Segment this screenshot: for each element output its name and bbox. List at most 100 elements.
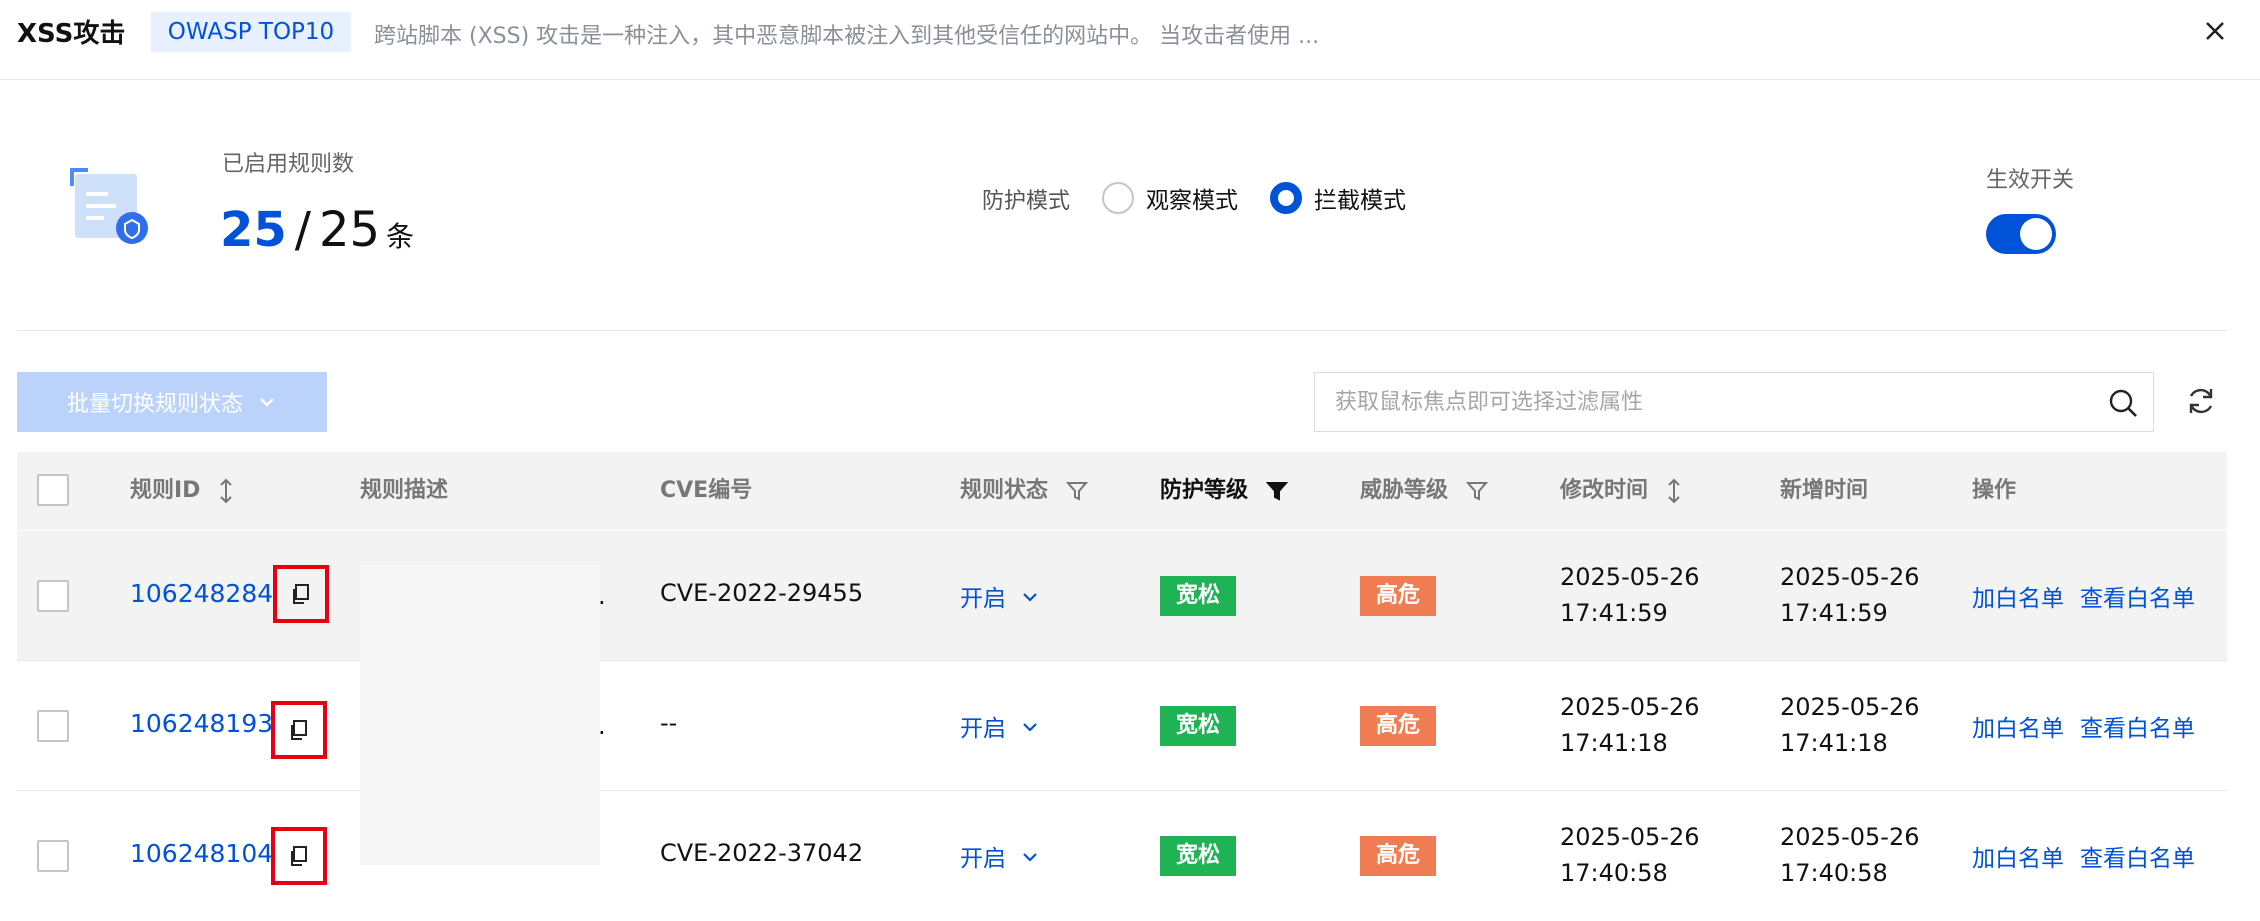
column-threat-level-label: 威胁等级 (1360, 478, 1449, 503)
column-rule-status-label: 规则状态 (960, 478, 1049, 503)
added-time: 2025-05-26 17:41:18 (1780, 689, 1919, 761)
sort-icon[interactable] (1666, 478, 1682, 504)
added-clock: 17:40:58 (1780, 859, 1888, 887)
protection-mode-label: 防护模式 (982, 189, 1071, 214)
copy-id-button[interactable] (273, 565, 329, 623)
table-row: 106248193 -- 开启 宽松 高危 2025-05-26 17:41:1… (17, 661, 2227, 791)
select-all-checkbox[interactable] (37, 474, 69, 506)
row-checkbox[interactable] (37, 580, 69, 612)
rule-id-link[interactable]: 106248193 (130, 709, 273, 738)
column-rule-status[interactable]: 规则状态 (960, 452, 1088, 530)
added-clock: 17:41:18 (1780, 729, 1888, 757)
enabled-count: 25 (220, 202, 287, 258)
rule-status-dropdown[interactable]: 开启 (960, 709, 1039, 743)
filter-icon[interactable] (1465, 480, 1488, 502)
rule-id-link[interactable]: 106248284 (130, 579, 273, 608)
rule-status-dropdown[interactable]: 开启 (960, 579, 1039, 613)
added-time: 2025-05-26 17:41:59 (1780, 559, 1919, 631)
added-time: 2025-05-26 17:40:58 (1780, 819, 1919, 891)
cve-number: -- (660, 709, 678, 737)
description-ellipsis: . (598, 582, 606, 610)
modified-time: 2025-05-26 17:41:18 (1560, 689, 1699, 761)
protection-level-badge: 宽松 (1160, 576, 1237, 616)
modified-date: 2025-05-26 (1560, 563, 1700, 591)
observe-mode-label: 观察模式 (1146, 188, 1238, 214)
page-title: XSS攻击 (17, 19, 126, 49)
copy-icon (291, 720, 307, 740)
description-ellipsis: . (598, 712, 606, 740)
rule-status-value: 开启 (960, 586, 1006, 612)
chevron-down-icon (1023, 723, 1038, 732)
search-input[interactable] (1335, 373, 2095, 431)
view-whitelist-link[interactable]: 查看白名单 (2080, 839, 2195, 873)
rule-description-text: 跨站脚本 (XSS) 攻击是一种注入，其中恶意脚本被注入到其他受信任的网站中。 … (374, 24, 1320, 49)
switch-knob (2020, 218, 2052, 250)
rule-status-value: 开启 (960, 716, 1006, 742)
drawer-header: XSS攻击 OWASP TOP10 跨站脚本 (XSS) 攻击是一种注入，其中恶… (0, 0, 2260, 80)
protection-level-badge: 宽松 (1160, 706, 1237, 746)
close-icon[interactable] (2198, 14, 2232, 48)
added-date: 2025-05-26 (1780, 823, 1920, 851)
copy-id-button[interactable] (271, 827, 327, 885)
cve-number: CVE-2022-29455 (660, 579, 864, 607)
batch-switch-status-button[interactable]: 批量切换规则状态 (17, 372, 327, 432)
block-mode-radio[interactable]: 拦截模式 (1270, 180, 1406, 216)
add-whitelist-link[interactable]: 加白名单 (1972, 839, 2064, 873)
modified-clock: 17:41:59 (1560, 599, 1668, 627)
column-modified-time-label: 修改时间 (1560, 478, 1649, 503)
column-actions: 操作 (1972, 478, 2017, 503)
count-unit: 条 (386, 220, 415, 253)
chevron-down-icon (260, 398, 274, 407)
table-row: 106248284 CVE-2022-29455 开启 宽松 高危 2025-0… (17, 531, 2227, 661)
chevron-down-icon (1023, 593, 1038, 602)
column-cve: CVE编号 (660, 478, 753, 503)
refresh-icon[interactable] (2184, 384, 2218, 418)
modified-clock: 17:40:58 (1560, 859, 1668, 887)
copy-id-button[interactable] (271, 701, 327, 759)
filter-icon[interactable] (1265, 480, 1288, 502)
protection-level-badge: 宽松 (1160, 836, 1237, 876)
rule-id-link[interactable]: 106248104 (130, 839, 273, 868)
batch-switch-label: 批量切换规则状态 (66, 391, 243, 416)
observe-mode-radio[interactable]: 观察模式 (1102, 180, 1238, 216)
effective-switch[interactable] (1986, 214, 2056, 254)
column-threat-level[interactable]: 威胁等级 (1360, 452, 1488, 530)
enabled-rules-label: 已启用规则数 (222, 152, 355, 177)
chevron-down-icon (1023, 853, 1038, 862)
block-mode-label: 拦截模式 (1314, 188, 1406, 214)
filter-icon[interactable] (1065, 480, 1088, 502)
column-rule-id-label: 规则ID (130, 478, 201, 503)
add-whitelist-link[interactable]: 加白名单 (1972, 579, 2064, 613)
radio-dot-checked (1270, 182, 1302, 214)
add-whitelist-link[interactable]: 加白名单 (1972, 709, 2064, 743)
modified-date: 2025-05-26 (1560, 693, 1700, 721)
owasp-tag: OWASP TOP10 (151, 12, 351, 52)
copy-icon (291, 846, 307, 866)
rule-status-dropdown[interactable]: 开启 (960, 839, 1039, 873)
sort-icon[interactable] (218, 478, 234, 504)
cve-number: CVE-2022-37042 (660, 839, 864, 867)
row-checkbox[interactable] (37, 840, 69, 872)
table-header: 规则ID 规则描述 CVE编号 规则状态 防护等级 威胁等级 修改时间 新增时间… (17, 452, 2227, 530)
effective-switch-label: 生效开关 (1986, 168, 2075, 193)
table-row: 106248104 CVE-2022-37042 开启 宽松 高危 2025-0… (17, 791, 2227, 921)
section-divider (17, 330, 2227, 331)
row-checkbox[interactable] (37, 710, 69, 742)
modified-date: 2025-05-26 (1560, 823, 1700, 851)
view-whitelist-link[interactable]: 查看白名单 (2080, 709, 2195, 743)
added-clock: 17:41:59 (1780, 599, 1888, 627)
filter-search-box[interactable] (1314, 372, 2154, 432)
column-added-time: 新增时间 (1780, 478, 1869, 503)
column-protection-level-label: 防护等级 (1160, 478, 1249, 503)
column-modified-time[interactable]: 修改时间 (1560, 452, 1682, 530)
modified-time: 2025-05-26 17:40:58 (1560, 819, 1699, 891)
column-rule-id[interactable]: 规则ID (130, 452, 234, 530)
column-protection-level[interactable]: 防护等级 (1160, 452, 1288, 530)
view-whitelist-link[interactable]: 查看白名单 (2080, 579, 2195, 613)
search-icon[interactable] (2107, 387, 2139, 419)
threat-level-badge: 高危 (1360, 576, 1437, 616)
added-date: 2025-05-26 (1780, 693, 1920, 721)
column-rule-description: 规则描述 (360, 478, 449, 503)
enabled-rules-count: 25/25 条 (220, 200, 414, 267)
rules-illustration-icon (70, 168, 148, 244)
